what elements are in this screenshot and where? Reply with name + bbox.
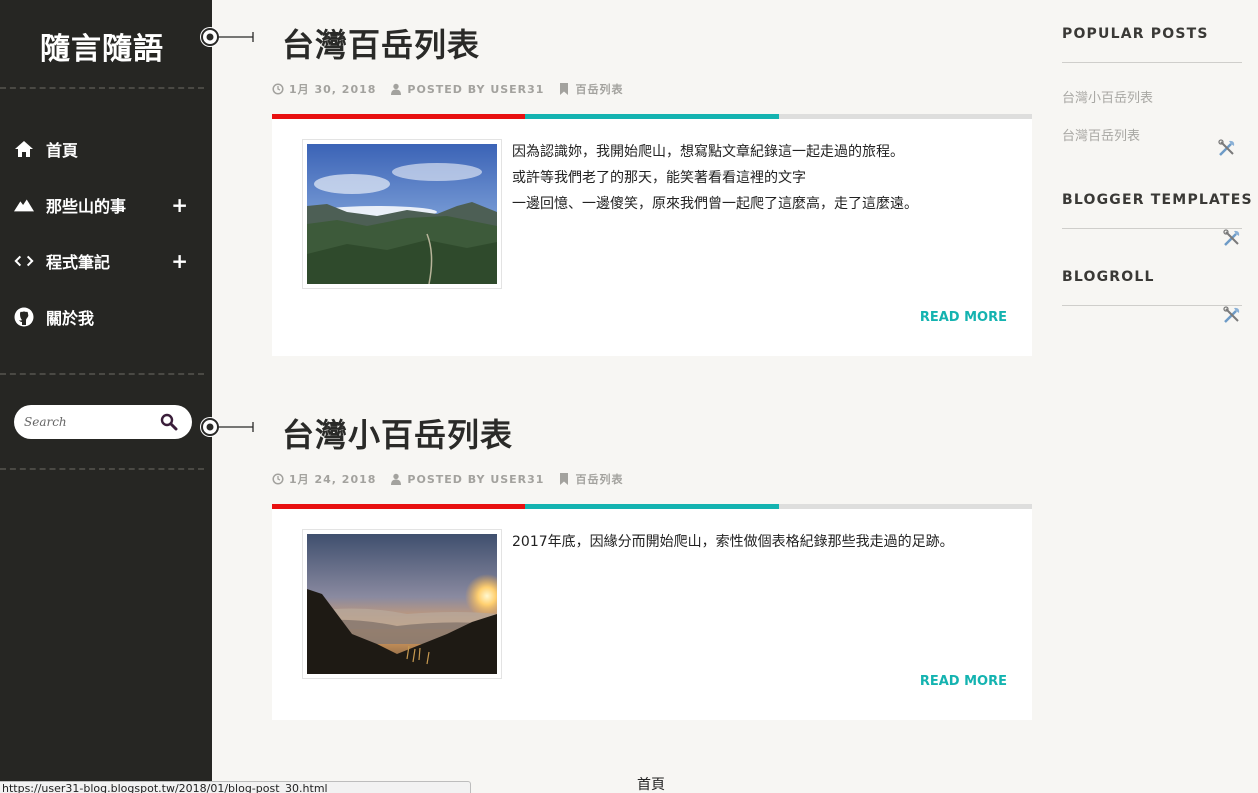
edit-tools-icon[interactable] [1222,228,1242,248]
post-label[interactable]: 百岳列表 [575,471,623,487]
popular-post-link[interactable]: 台灣百岳列表 [1062,125,1140,144]
divider [0,468,204,470]
expand-plus-icon[interactable]: + [171,249,188,273]
divider [0,373,204,375]
mountain-icon [14,195,34,215]
excerpt-line: 或許等我們老了的那天，能笑著看看這裡的文字 [512,170,806,186]
divider [1062,62,1242,63]
widget-title-blogroll: BLOGROLL [1062,269,1155,285]
sunset-photo [307,534,497,674]
post-date: 1月 24, 2018 [289,473,377,486]
post-meta: 1月 24, 2018 POSTED BY USER31 百岳列表 [272,471,623,487]
nav-label: 那些山的事 [46,197,127,216]
post-card: 2017年底，因緣分而開始爬山，索性做個表格紀錄那些我走過的足跡。 READ M… [272,509,1032,720]
read-more-link[interactable]: READ MORE [920,310,1007,325]
site-title[interactable]: 隨言隨語 [0,24,204,68]
nav-item-home[interactable]: 首頁 [0,129,204,169]
expand-plus-icon[interactable]: + [171,193,188,217]
search-box [14,405,192,439]
nav-item-about[interactable]: 關於我 [0,297,204,337]
widget-title-popular-posts: POPULAR POSTS [1062,26,1209,42]
clock-icon [272,473,284,485]
mountain-photo [307,144,497,284]
bookmark-icon [560,83,569,95]
post-author[interactable]: POSTED BY USER31 [407,83,544,96]
post-thumbnail[interactable] [302,139,502,289]
popular-post-link[interactable]: 台灣小百岳列表 [1062,87,1153,106]
edit-tools-icon[interactable] [1222,305,1242,325]
nav-label: 首頁 [46,141,79,160]
post-excerpt: 2017年底，因緣分而開始爬山，索性做個表格紀錄那些我走過的足跡。 [512,529,954,555]
nav-item-mountains[interactable]: 那些山的事 + [0,185,204,225]
post-title[interactable]: 台灣百岳列表 [282,20,480,66]
post-date: 1月 30, 2018 [289,83,377,96]
excerpt-line: 一邊回憶、一邊傻笑，原來我們曾一起爬了這麼高，走了這麼遠。 [512,196,918,212]
left-sidebar: 隨言隨語 首頁 那些山的事 + 程式筆記 + 關於我 [0,0,212,793]
timeline-marker-icon [200,417,254,437]
user-icon [391,473,402,485]
post-author[interactable]: POSTED BY USER31 [407,473,544,486]
divider [1062,228,1242,229]
nav-label: 程式筆記 [46,253,111,272]
clock-icon [272,83,284,95]
nav-item-code-notes[interactable]: 程式筆記 + [0,241,204,281]
post-card: 因為認識妳，我開始爬山，想寫點文章紀錄這一起走過的旅程。 或許等我們老了的那天，… [272,119,1032,356]
user-icon [391,83,402,95]
widget-title-blogger-templates: BLOGGER TEMPLATES [1062,192,1253,208]
read-more-link[interactable]: READ MORE [920,674,1007,689]
browser-status-url: https://user31-blog.blogspot.tw/2018/01/… [0,781,471,793]
divider [1062,305,1242,306]
post-label[interactable]: 百岳列表 [575,81,623,97]
excerpt-line: 2017年底，因緣分而開始爬山，索性做個表格紀錄那些我走過的足跡。 [512,534,954,550]
timeline-marker-icon [200,27,254,47]
home-icon [14,139,34,159]
post-excerpt: 因為認識妳，我開始爬山，想寫點文章紀錄這一起走過的旅程。 或許等我們老了的那天，… [512,139,918,217]
search-icon[interactable] [160,413,178,431]
post-thumbnail[interactable] [302,529,502,679]
bookmark-icon [560,473,569,485]
github-icon [14,307,34,327]
excerpt-line: 因為認識妳，我開始爬山，想寫點文章紀錄這一起走過的旅程。 [512,144,904,160]
post-meta: 1月 30, 2018 POSTED BY USER31 百岳列表 [272,81,623,97]
footer-home-link[interactable]: 首頁 [637,774,665,793]
search-input[interactable] [24,415,164,429]
code-icon [14,251,34,271]
edit-tools-icon[interactable] [1217,138,1237,158]
divider [0,87,204,89]
nav-label: 關於我 [46,309,95,328]
post-title[interactable]: 台灣小百岳列表 [282,410,513,456]
